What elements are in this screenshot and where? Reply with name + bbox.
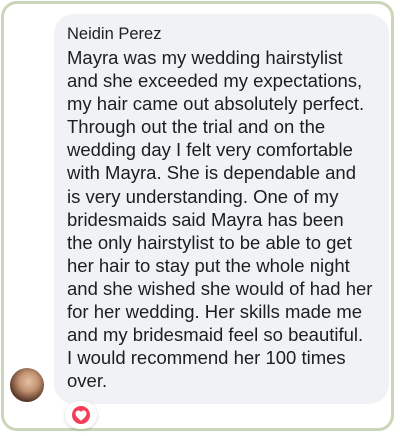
avatar[interactable]	[10, 368, 44, 402]
comment-bubble: Neidin Perez Mayra was my wedding hairst…	[54, 14, 389, 404]
comment-text: Mayra was my wedding hairstylist and she…	[67, 47, 373, 392]
comment-author[interactable]: Neidin Perez	[67, 24, 379, 44]
comment-card: Neidin Perez Mayra was my wedding hairst…	[1, 1, 394, 431]
reaction-badge[interactable]	[65, 401, 97, 429]
heart-icon	[72, 406, 90, 424]
